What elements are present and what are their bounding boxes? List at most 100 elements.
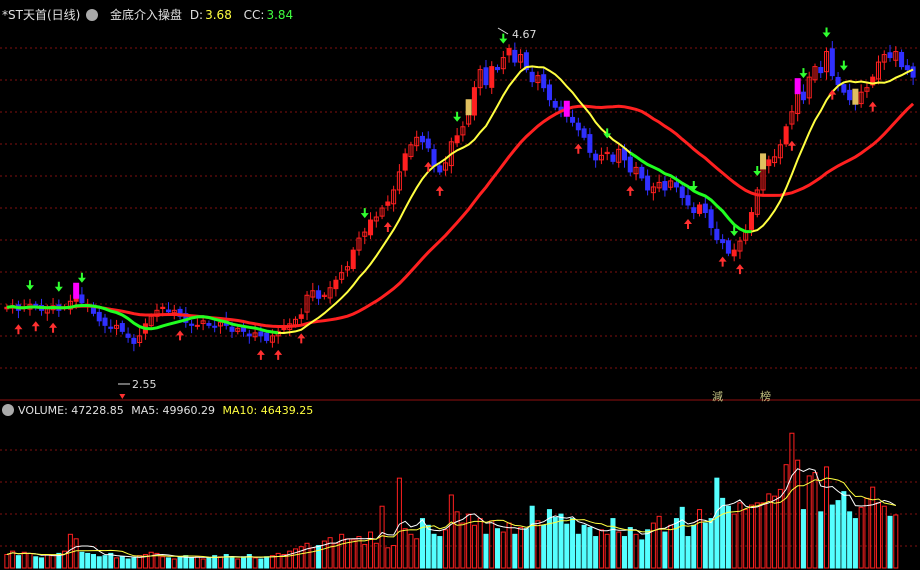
candle-body [847,89,853,101]
volume-bar [673,518,679,569]
ma5-value: 49960.29 [162,404,216,417]
volume-header: VOLUME: 47228.85 MA5: 49960.29 MA10: 464… [18,404,313,420]
candle-body [541,74,547,89]
buy-arrow-icon [256,349,265,360]
volume-bar [85,552,91,569]
volume-bar [864,497,870,569]
ma10-label: MA10: [222,404,258,417]
candle-body [402,153,408,171]
volume-bar [489,520,495,569]
candle-body [708,209,714,229]
buy-arrow-icon [297,333,306,344]
volume-bar [252,557,258,569]
candle-body [546,84,552,101]
candle-body [298,314,304,319]
candle-body [673,182,679,188]
volume-bar [310,547,316,569]
candle-body [431,149,437,167]
sell-arrow-icon [77,272,86,283]
volume-bar [852,518,858,569]
candle-body [471,87,477,116]
volume-bar [368,531,374,569]
volume-bar [518,527,524,569]
candle-body [679,186,685,198]
volume-bar [639,539,645,569]
candle-body [333,279,339,290]
volume-bar [102,555,108,569]
ma5-label: MA5: [131,404,160,417]
candle-body [131,337,137,344]
candle-body [454,135,460,144]
candle-body [229,326,235,332]
volume-bar [829,504,835,569]
candle-body [96,311,102,322]
candle-body [206,323,212,326]
candle-body [160,306,166,309]
volume-bar [581,524,587,569]
volume-bar [800,509,806,569]
candle-body [212,325,218,328]
low-marker-icon [119,394,126,399]
volume-bar [316,545,322,569]
volume-bar [50,555,56,569]
signal-marker [563,100,570,117]
volume-bar [258,558,264,569]
candle-body [645,175,651,191]
signal-marker [760,153,767,170]
sell-arrow-icon [54,281,63,292]
candle-body [587,134,593,153]
volume-bar [633,533,639,569]
volume-bar [766,493,772,569]
candle-body [385,201,391,206]
candle-body [639,166,645,179]
volume-bar [806,475,812,569]
volume-bar [477,518,483,569]
volume-bar [512,533,518,569]
volume-bar [737,502,743,569]
candle-body [316,290,322,299]
volume-bar [523,528,529,569]
volume-bar [385,547,391,569]
volume-bar [783,464,789,569]
candle-body [529,71,535,83]
volume-bar [656,515,662,569]
buy-arrow-icon [14,324,23,335]
buy-arrow-icon [31,321,40,332]
volume-bar [627,527,633,569]
volume-bar [217,556,223,569]
volume-bar [743,509,749,569]
volume-bar [125,558,131,569]
volume-bar [835,500,841,569]
volume-bar [725,505,731,569]
candle-body [731,249,737,257]
volume-bar [408,533,414,569]
volume-bar [96,556,102,569]
candle-body [841,84,847,93]
volume-bar [131,557,137,569]
candle-body [102,317,108,326]
volume-ma10-line [6,477,896,558]
candle-body [899,51,905,68]
volume-bar [575,533,581,569]
volume-bar [414,538,420,569]
volume-bar [419,518,426,569]
volume-bar [171,558,177,569]
volume-bar [645,529,651,569]
volume-bar [177,556,183,569]
candle-body [818,67,824,74]
candle-body [552,101,558,108]
volume-bar [437,536,443,569]
buy-arrow-icon [49,322,58,333]
volume-bar [350,539,356,569]
volume-label: VOLUME: [18,404,68,417]
volume-bar [425,524,431,569]
volume-bar [598,529,604,569]
buy-arrow-icon [274,349,283,360]
volume-dropdown-icon[interactable] [2,404,14,416]
buy-arrow-icon [574,143,583,154]
high-pointer [497,27,509,35]
volume-bar [165,557,172,569]
candle-body [748,212,755,230]
volume-bar [454,511,460,569]
volume-bar [108,552,114,569]
